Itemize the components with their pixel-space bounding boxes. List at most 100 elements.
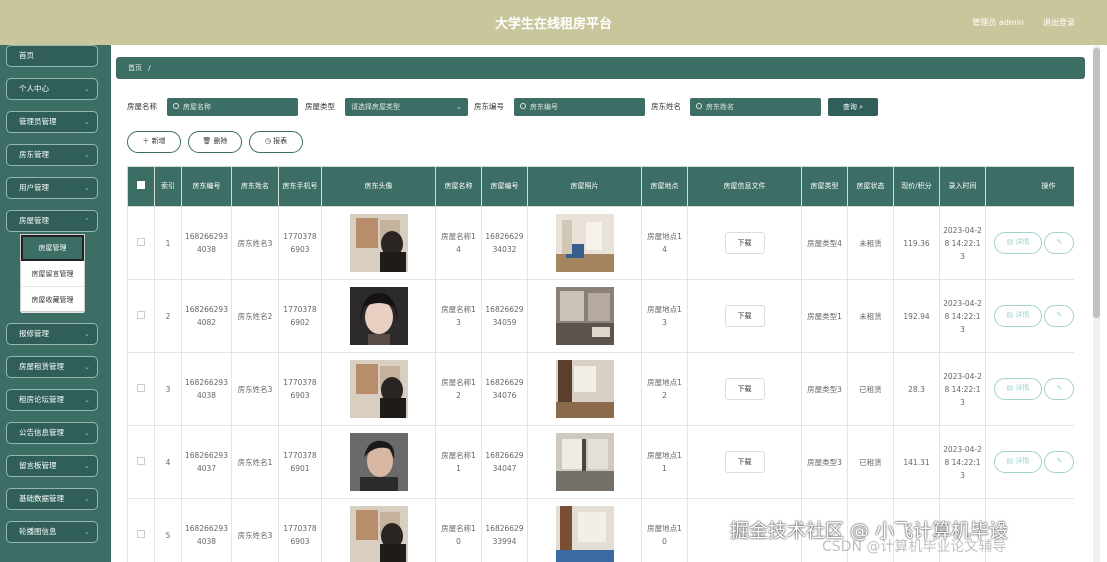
sidebar-item-label: 房屋租赁管理 [19,362,64,371]
report-button[interactable]: ◷ 报表 [249,131,303,153]
table-row[interactable]: 3 1682662934038 房东姓名3 17703786903 房屋名称12 1682… [127,352,1074,426]
column-header: 房屋地点 [641,166,688,207]
sidebar-item-users[interactable]: 用户管理 ⌄ [6,177,98,199]
sidebar-item-rentals[interactable]: 房屋租赁管理 ⌄ [6,356,98,378]
owner-avatar-image [349,214,408,272]
edit-icon: ✎ [1056,457,1063,465]
cell-house-type: 房屋类型4 [801,206,848,280]
cell-house-code: 1682662934047 [481,425,528,499]
detail-button[interactable]: ▤ 详情 [994,232,1042,254]
row-checkbox[interactable] [137,237,145,246]
table-header-row: 索引 房东编号 房东姓名 房东手机号 房东头像 房屋名称 房屋编号 房屋照片 房… [127,166,1074,207]
sidebar-item-base-data[interactable]: 基础数据管理 ⌄ [6,488,98,510]
logout-link[interactable]: 退出登录 [1043,17,1075,28]
submenu-house-manage[interactable]: 房屋管理 [21,235,84,261]
row-select-cell[interactable] [127,206,155,280]
edit-button[interactable]: ✎ [1044,451,1074,473]
cell-owner-name: 房东姓名3 [231,498,279,562]
cell-owner-phone: 17703786902 [278,279,322,353]
row-checkbox[interactable] [137,456,145,465]
trash-icon: 🗑 [202,137,212,145]
cell-owner-phone: 17703786903 [278,352,322,426]
download-button[interactable]: 下载 [724,305,765,327]
sidebar-item-landlord[interactable]: 房东管理 ⌄ [6,144,98,166]
house-name-input[interactable]: 房屋名称 [167,98,298,116]
cell-location: 房屋地点13 [641,279,688,353]
sidebar-item-forum[interactable]: 租房论坛管理 ⌄ [6,389,98,411]
cell-info-file: 下载 [687,206,802,280]
cell-house-photo [527,279,642,353]
cell-house-type: 房屋类型1 [801,279,848,353]
sidebar-item-personal-center[interactable]: 个人中心 ⌄ [6,78,98,100]
app-title: 大学生在线租房平台 [494,17,612,32]
house-type-placeholder: 请选择房屋类型 [351,103,400,111]
edit-button[interactable]: ✎ [1044,232,1074,254]
house-photo-image [555,287,614,345]
table-row[interactable]: 4 1682662934037 房东姓名1 17703786901 房屋名称11 1682… [127,425,1074,499]
plus-icon: ＋ [142,137,150,145]
cell-owner-name: 房东姓名3 [231,352,279,426]
cell-index: 3 [154,352,182,426]
cell-owner-phone: 17703786903 [278,498,322,562]
breadcrumb-home[interactable]: 首页 [128,64,142,72]
house-type-select[interactable]: 请选择房屋类型 ⌄ [345,98,468,116]
detail-button[interactable]: ▤ 详情 [994,451,1042,473]
file-icon: ▤ [1006,457,1014,465]
add-button[interactable]: ＋ 新增 [127,131,181,153]
select-all-header[interactable] [127,166,155,207]
table-row[interactable]: 2 1682662934082 房东姓名2 17703786902 房屋名称13 1682… [127,279,1074,353]
row-select-cell[interactable] [127,279,155,353]
download-button[interactable]: 下载 [724,232,765,254]
row-select-cell[interactable] [127,498,155,562]
chevron-down-icon: ⌄ [456,103,462,111]
sidebar-item-label: 房东管理 [19,150,49,159]
sidebar-item-messages[interactable]: 留言板管理 ⌄ [6,455,98,477]
cell-location: 房屋地点14 [641,206,688,280]
chevron-down-icon: ⌄ [84,462,90,470]
edit-button[interactable]: ✎ [1044,305,1074,327]
sidebar-item-admin[interactable]: 管理员管理 ⌄ [6,111,98,133]
submenu-house-messages[interactable]: 房屋留言管理 [21,261,84,287]
delete-button[interactable]: 🗑 删除 [188,131,242,153]
detail-button-label: 详情 [1015,457,1030,465]
row-checkbox[interactable] [137,310,145,319]
table-row[interactable]: 1 1682662934038 房东姓名3 17703786903 房屋名称14 1682… [127,206,1074,280]
detail-button-label: 详情 [1015,384,1030,392]
cell-actions: ▤ 详情 ✎ [985,352,1074,426]
select-all-checkbox[interactable] [137,180,145,189]
sidebar-item-repairs[interactable]: 报修管理 ⌄ [6,323,98,345]
edit-button[interactable]: ✎ [1044,378,1074,400]
column-header: 房屋名称 [435,166,482,207]
cell-house-name: 房屋名称12 [435,352,482,426]
cell-house-name: 房屋名称13 [435,279,482,353]
row-checkbox[interactable] [137,383,145,392]
detail-button[interactable]: ▤ 详情 [994,305,1042,327]
breadcrumb: 首页 / [116,57,1085,79]
sidebar-item-label: 留言板管理 [19,461,57,470]
column-header: 房屋状态 [847,166,894,207]
query-button[interactable]: 查询 ⌕ [828,98,878,116]
sidebar-item-home[interactable]: 首页 [6,45,98,67]
page-scrollbar-thumb[interactable] [1093,48,1100,318]
sidebar-item-carousel[interactable]: 轮播图信息 ⌄ [6,521,98,543]
owner-name-input[interactable]: 房东姓名 [690,98,821,116]
owner-code-input[interactable]: 房东编号 [514,98,645,116]
column-header: 操作 [985,166,1074,207]
chevron-down-icon: ⌄ [84,184,90,192]
cell-house-code: 1682662934059 [481,279,528,353]
cell-index: 1 [154,206,182,280]
row-select-cell[interactable] [127,425,155,499]
cell-house-status: 未租赁 [847,279,894,353]
breadcrumb-separator: / [148,64,151,72]
cell-house-status: 已租赁 [847,352,894,426]
download-button[interactable]: 下载 [724,378,765,400]
detail-button[interactable]: ▤ 详情 [994,378,1042,400]
submenu-house-favorites[interactable]: 房屋收藏管理 [21,287,84,313]
cell-price: 141.31 [893,425,940,499]
owner-code-label: 房东编号 [474,102,504,111]
download-button[interactable]: 下载 [724,451,765,473]
sidebar-item-notices[interactable]: 公告信息管理 ⌄ [6,422,98,444]
row-checkbox[interactable] [137,529,145,538]
row-select-cell[interactable] [127,352,155,426]
sidebar-item-houses[interactable]: 房屋管理 ⌃ [6,210,98,232]
